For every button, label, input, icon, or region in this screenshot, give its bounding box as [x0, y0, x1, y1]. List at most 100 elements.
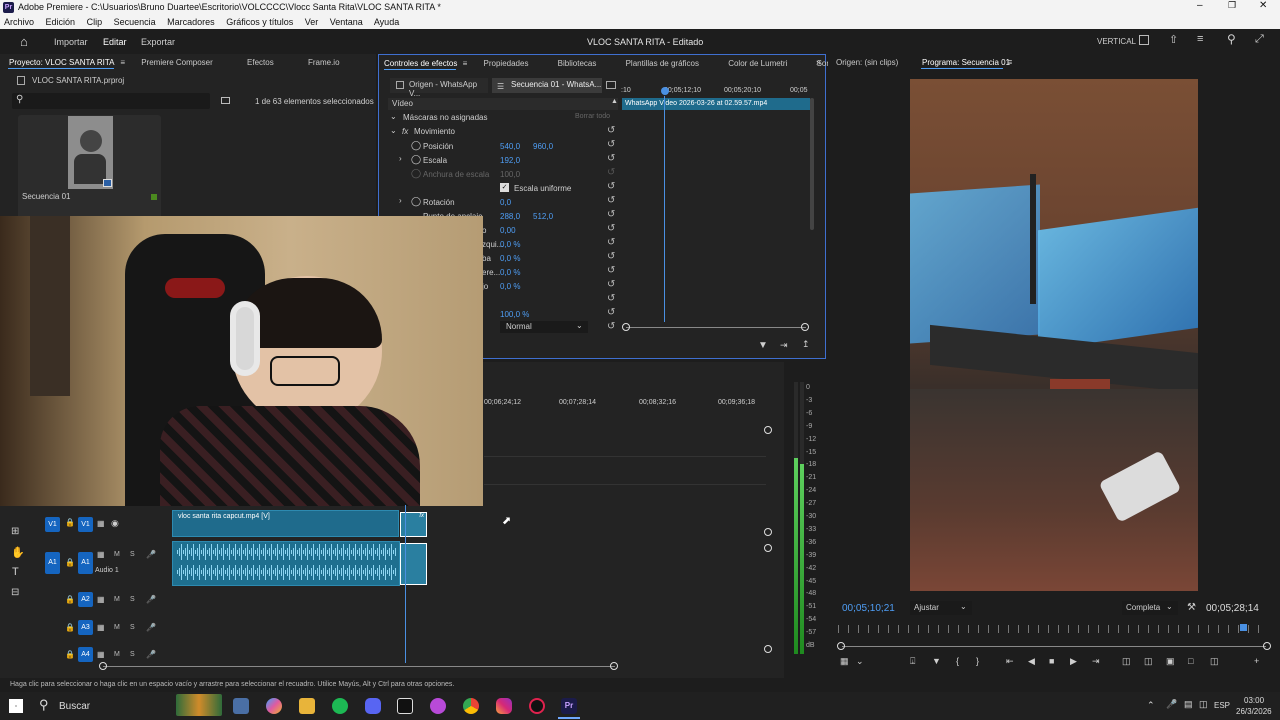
marker-icon[interactable]: ▼ [932, 656, 941, 666]
reset-icon[interactable]: ↺ [607, 321, 615, 332]
clock-date[interactable]: 26/3/2026 [1236, 707, 1272, 716]
play-icon[interactable]: ▶ [1070, 656, 1077, 667]
zoom-handle-left[interactable] [837, 642, 845, 650]
program-video-frame[interactable] [910, 79, 1198, 591]
fit-select[interactable]: Ajustar ⌄ [910, 601, 972, 615]
copilot-icon[interactable] [266, 698, 282, 714]
close-icon[interactable]: ✕ [1259, 0, 1267, 11]
search-icon[interactable]: ⚲ [1227, 32, 1236, 46]
scale-value[interactable]: 192,0 [500, 156, 520, 165]
insert-icon[interactable]: ◫ [1122, 656, 1131, 667]
taskbar-search-label[interactable]: Buscar [59, 701, 90, 712]
film-icon[interactable]: ▦ [97, 595, 105, 604]
step-back-icon[interactable]: ◀ [1028, 656, 1035, 667]
reset-icon[interactable]: ↺ [607, 237, 615, 248]
film-icon[interactable]: ▦ [97, 623, 105, 632]
property-value[interactable]: 0,0 % [500, 282, 520, 291]
home-icon[interactable]: ⌂ [20, 34, 28, 49]
tab-controles-efectos[interactable]: Controles de efectos [384, 59, 457, 68]
widget-icon[interactable] [176, 694, 222, 716]
anchor-x-value[interactable]: 288,0 [500, 212, 520, 221]
windows-start-icon[interactable] [9, 699, 23, 713]
ec-scrollbar[interactable] [810, 98, 814, 230]
tab-menu-icon[interactable]: ≡ [120, 58, 125, 67]
mic-tray-icon[interactable]: 🎤 [1166, 699, 1177, 710]
program-ruler[interactable] [838, 625, 1268, 633]
type-tool-icon[interactable]: T [12, 566, 19, 578]
file-explorer-icon[interactable] [299, 698, 315, 714]
new-bin-icon[interactable] [221, 97, 230, 104]
program-current-time[interactable]: 00;05;10;21 [842, 603, 895, 614]
tab-efectos[interactable]: Efectos [247, 58, 274, 67]
reset-icon[interactable]: ↺ [607, 279, 615, 290]
stopwatch-icon[interactable]: ◯ [411, 196, 421, 207]
reset-icon[interactable]: ↺ [607, 265, 615, 276]
instagram-icon[interactable] [496, 698, 512, 714]
capcut-icon[interactable] [397, 698, 413, 714]
lock-icon[interactable]: 🔒 [65, 650, 75, 659]
tab-exportar[interactable]: Exportar [141, 37, 175, 47]
rotation-value[interactable]: 0,0 [500, 198, 511, 207]
mark-out-icon[interactable]: } [976, 656, 979, 666]
property-value[interactable]: 0,00 [500, 226, 516, 235]
ec-timeline-ruler[interactable]: :10 00;05;12;10 00;05;20;10 00;05 [620, 84, 814, 98]
network-icon[interactable]: ▤ [1184, 699, 1193, 710]
reset-icon[interactable]: ↺ [607, 181, 615, 192]
menu-clip[interactable]: Clip [87, 17, 103, 27]
battery-icon[interactable]: ◫ [1199, 699, 1208, 710]
tab-origen[interactable]: Origen: (sin clips) [836, 58, 898, 67]
property-value[interactable]: 0,0 % [500, 268, 520, 277]
wrench-icon[interactable]: ⚒ [1187, 602, 1196, 613]
track-target-a1[interactable]: A1 [45, 552, 60, 574]
lift-icon[interactable]: ⍗ [910, 656, 915, 667]
comparison-icon[interactable]: □ [1188, 656, 1193, 666]
menu-ayuda[interactable]: Ayuda [374, 17, 399, 27]
opera-gx-icon[interactable] [529, 698, 545, 714]
reset-icon[interactable]: ↺ [607, 293, 615, 304]
mic-icon[interactable]: 🎤 [146, 623, 156, 632]
film-icon[interactable]: ▦ [97, 519, 105, 528]
opacity-value[interactable]: 100,0 % [500, 310, 529, 319]
vr-icon[interactable]: ◫ [1210, 656, 1219, 667]
tab-frameio[interactable]: Frame.io [308, 58, 340, 67]
audio-clip[interactable] [172, 541, 400, 586]
solo-button[interactable]: S [130, 624, 135, 631]
h-scroll-handle-left[interactable] [99, 662, 107, 670]
reset-icon[interactable]: ↺ [607, 139, 615, 150]
track-a2[interactable]: 🔒 A2 ▦ M S 🎤 [40, 590, 170, 610]
video-clip[interactable]: vloc santa rita capcut.mp4 [V] [172, 510, 399, 537]
tab-menu-icon[interactable]: ≡ [463, 59, 468, 68]
reset-icon[interactable]: ↺ [607, 223, 615, 234]
timeline-ruler[interactable]: 00;06;24;12 00;07;28;14 00;08;32;16 00;0… [484, 390, 764, 412]
eye-icon[interactable]: ◉ [111, 518, 119, 529]
solo-button[interactable]: S [130, 651, 135, 658]
go-to-in-icon[interactable]: ⇤ [1006, 656, 1014, 667]
stopwatch-icon[interactable]: ◯ [411, 154, 421, 165]
track-a3[interactable]: 🔒 A3 ▦ M S 🎤 [40, 618, 170, 638]
track-select-icon[interactable]: ⊞ [11, 526, 19, 537]
premiere-taskbar-icon[interactable]: Pr [561, 698, 577, 714]
mic-icon[interactable]: 🎤 [146, 595, 156, 604]
h-scroll-handle-right[interactable] [610, 662, 618, 670]
stopwatch-icon[interactable]: ◯ [411, 140, 421, 151]
reset-icon[interactable]: ↺ [607, 125, 615, 136]
timeline-h-scroll[interactable] [103, 666, 615, 667]
menu-archivo[interactable]: Archivo [4, 17, 34, 27]
tab-proyecto[interactable]: Proyecto: VLOC SANTA RITA [9, 58, 114, 67]
clock-time[interactable]: 03:00 [1244, 696, 1264, 705]
track-target-v1[interactable]: V1 [45, 517, 60, 532]
tab-premiere-composer[interactable]: Premiere Composer [141, 58, 213, 67]
reset-icon[interactable]: ↺ [607, 307, 615, 318]
tab-editar[interactable]: Editar [103, 37, 127, 47]
share-icon[interactable]: ⇧ [1169, 33, 1178, 46]
chevron-right-icon[interactable]: › [399, 154, 402, 163]
chrome-icon[interactable] [463, 698, 479, 714]
sequence-clip-tab[interactable]: Secuencia 01 - WhatsA... [492, 78, 602, 93]
menu-edicion[interactable]: Edición [46, 17, 76, 27]
mute-button[interactable]: M [114, 596, 120, 603]
solo-button[interactable]: S [130, 596, 135, 603]
selection-zoom-icon[interactable]: ▦ [840, 656, 849, 667]
discord-icon[interactable] [365, 698, 381, 714]
position-y-value[interactable]: 960,0 [533, 142, 553, 151]
menu-graficos[interactable]: Gráficos y títulos [226, 17, 293, 27]
